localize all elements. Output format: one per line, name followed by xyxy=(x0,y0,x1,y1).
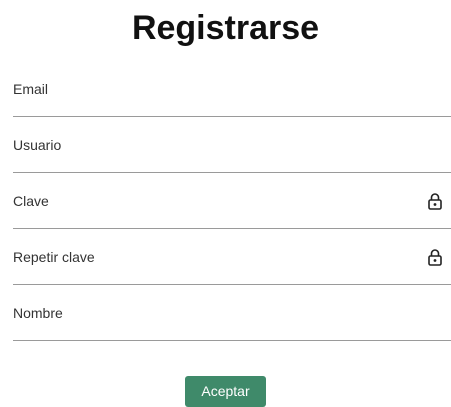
lock-icon[interactable] xyxy=(427,192,443,210)
username-field-row xyxy=(13,117,451,173)
email-field-row xyxy=(13,61,451,117)
password-field-row xyxy=(13,173,451,229)
submit-container: Aceptar xyxy=(0,376,451,407)
password-field[interactable] xyxy=(13,173,451,228)
submit-button[interactable]: Aceptar xyxy=(185,376,266,407)
name-field-row xyxy=(13,285,451,341)
name-field[interactable] xyxy=(13,285,451,340)
register-form xyxy=(13,61,451,341)
page-title: Registrarse xyxy=(131,9,320,47)
username-field[interactable] xyxy=(13,117,451,172)
repeat-password-field[interactable] xyxy=(13,229,451,284)
email-field[interactable] xyxy=(13,61,451,116)
repeat-password-field-row xyxy=(13,229,451,285)
lock-icon[interactable] xyxy=(427,248,443,266)
